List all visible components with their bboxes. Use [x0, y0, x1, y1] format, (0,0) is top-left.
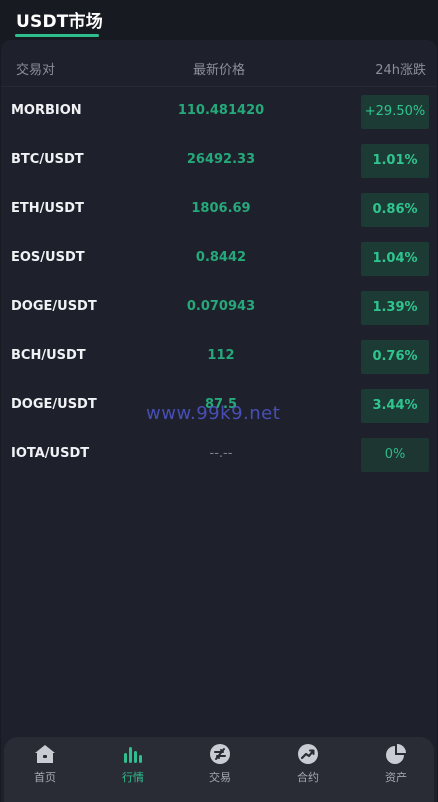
pair-name: DOGE/USDT [11, 397, 97, 412]
market-row[interactable]: DOGE/USDT 0.070943 1.39% [1, 283, 437, 332]
column-header-pair: 交易对 [16, 63, 56, 78]
pair-name: DOGE/USDT [11, 299, 97, 314]
home-icon [35, 745, 55, 763]
active-tab-indicator [15, 34, 99, 37]
trend-icon [298, 744, 318, 764]
market-row[interactable]: EOS/USDT 0.8442 1.04% [1, 234, 437, 283]
market-header: USDT市场 [0, 0, 438, 38]
last-price: --.-- [209, 446, 233, 461]
pie-chart-icon [386, 744, 406, 764]
nav-label: 首页 [34, 771, 56, 784]
change-badge: +29.50% [361, 95, 429, 129]
pair-name: ETH/USDT [11, 201, 84, 216]
pair-name: MORBION [11, 103, 82, 118]
nav-label: 资产 [385, 771, 407, 784]
pair-name: BTC/USDT [11, 152, 84, 167]
exchange-icon [210, 744, 230, 764]
column-header-row: 交易对 最新价格 24h涨跌 [1, 40, 437, 87]
watermark: www.99k9.net [146, 403, 281, 424]
change-badge: 1.01% [361, 144, 429, 178]
nav-label: 交易 [209, 771, 231, 784]
bar-chart-icon [124, 747, 142, 763]
change-badge: 1.39% [361, 291, 429, 325]
nav-assets[interactable]: 资产 [366, 743, 426, 798]
nav-home[interactable]: 首页 [15, 743, 75, 798]
last-price: 110.481420 [177, 103, 265, 118]
column-header-change[interactable]: 24h涨跌 [375, 59, 426, 78]
market-row[interactable]: BTC/USDT 26492.33 1.01% [1, 136, 437, 185]
last-price: 112 [207, 348, 235, 363]
pair-name: IOTA/USDT [11, 446, 90, 461]
market-row[interactable]: MORBION 110.481420 +29.50% [1, 87, 437, 136]
column-header-price: 最新价格 [193, 63, 246, 78]
market-row[interactable]: IOTA/USDT --.-- 0% [1, 430, 437, 479]
pair-name: EOS/USDT [11, 250, 85, 265]
last-price: 0.8442 [195, 250, 247, 265]
change-badge: 1.04% [361, 242, 429, 276]
change-badge: 3.44% [361, 389, 429, 423]
nav-contract[interactable]: 合约 [278, 743, 338, 798]
bottom-nav: 首页 行情 交易 合约 资产 [4, 737, 434, 802]
market-row[interactable]: BCH/USDT 112 0.76% [1, 332, 437, 381]
change-badge: 0% [361, 438, 429, 472]
last-price: 26492.33 [186, 152, 256, 167]
nav-label: 行情 [122, 771, 144, 784]
last-price: 0.070943 [186, 299, 256, 314]
nav-label: 合约 [297, 771, 319, 784]
pair-name: BCH/USDT [11, 348, 86, 363]
change-badge: 0.86% [361, 193, 429, 227]
last-price: 1806.69 [191, 201, 251, 216]
market-row[interactable]: ETH/USDT 1806.69 0.86% [1, 185, 437, 234]
nav-trade[interactable]: 交易 [190, 743, 250, 798]
tab-usdt-market[interactable]: USDT市场 [16, 7, 103, 32]
change-badge: 0.76% [361, 340, 429, 374]
nav-market[interactable]: 行情 [103, 743, 163, 798]
